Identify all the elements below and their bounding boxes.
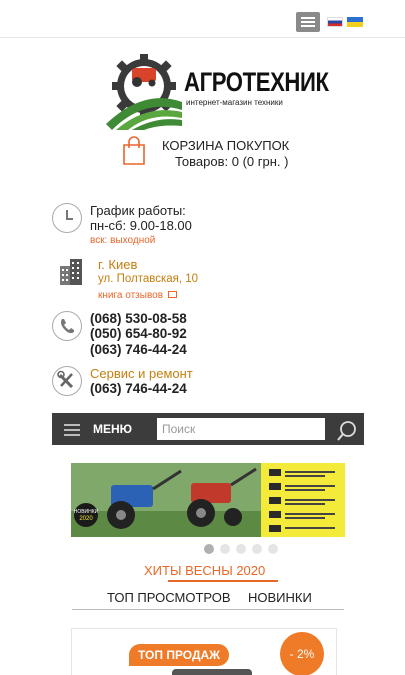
search-input[interactable]	[157, 418, 325, 440]
top-bar	[0, 0, 405, 38]
top-sales-badge: ТОП ПРОДАЖ	[129, 644, 230, 666]
schedule-weekdays: пн-сб: 9.00-18.00	[90, 218, 192, 233]
shopping-bag-icon[interactable]	[121, 136, 147, 166]
tab-top-views[interactable]: ТОП ПРОСМОТРОВ	[107, 590, 231, 605]
schedule-title: График работы:	[90, 203, 186, 218]
logo-title: АГРОТЕХНИК	[184, 67, 329, 97]
promo-banner[interactable]: НОВИНКИ 2020	[71, 463, 345, 537]
discount-badge: - 2%	[280, 632, 324, 675]
tab-new[interactable]: НОВИНКИ	[248, 590, 312, 605]
navbar: МЕНЮ	[52, 413, 364, 445]
carousel-dot[interactable]	[220, 544, 230, 554]
tab-active-underline	[168, 580, 278, 582]
carousel-dot[interactable]	[204, 544, 214, 554]
tab-hits[interactable]: ХИТЫ ВЕСНЫ 2020	[144, 563, 265, 578]
phone-icon	[52, 311, 82, 341]
reviews-link[interactable]: книга отзывов	[98, 290, 177, 301]
clock-icon	[52, 203, 82, 233]
tools-icon	[52, 366, 82, 396]
service-phone[interactable]: (063) 746-44-24	[90, 381, 187, 396]
building-icon	[60, 259, 82, 285]
logo-subtitle: интернет-магазин техники	[186, 98, 283, 107]
address-city: г. Киев	[98, 257, 138, 272]
cart-count[interactable]: Товаров: 0 (0 грн. )	[175, 154, 288, 169]
phone-number-3[interactable]: (063) 746-44-24	[90, 342, 187, 357]
logo-gear-icon	[106, 54, 182, 130]
menu-label: МЕНЮ	[93, 422, 133, 436]
product-image[interactable]	[172, 669, 252, 675]
reviews-link-label: книга отзывов	[98, 290, 164, 301]
carousel-dot[interactable]	[236, 544, 246, 554]
address-street: ул. Полтавская, 10	[98, 273, 199, 285]
search-icon[interactable]	[336, 420, 358, 442]
banner-tractors-image: НОВИНКИ 2020	[71, 463, 345, 537]
flag-ru-icon[interactable]	[327, 17, 343, 27]
carousel-dot[interactable]	[252, 544, 262, 554]
carousel-dot[interactable]	[268, 544, 278, 554]
hamburger-icon[interactable]	[296, 12, 320, 32]
phone-number-1[interactable]: (068) 530-08-58	[90, 311, 187, 326]
tabs-divider	[72, 609, 344, 610]
menu-button[interactable]: МЕНЮ	[52, 413, 147, 445]
product-card[interactable]: ТОП ПРОДАЖ - 2%	[71, 628, 337, 675]
schedule-sunday: вск: выходной	[90, 235, 156, 246]
svg-text:НОВИНКИ: НОВИНКИ	[74, 509, 99, 515]
cart-title[interactable]: КОРЗИНА ПОКУПОК	[162, 138, 289, 153]
logo[interactable]: АГРОТЕХНИК интернет-магазин техники	[104, 52, 329, 130]
book-icon	[167, 291, 177, 298]
phone-number-2[interactable]: (050) 654-80-92	[90, 326, 187, 341]
service-title: Сервис и ремонт	[90, 366, 193, 381]
flag-ua-icon[interactable]	[347, 17, 363, 27]
svg-text:2020: 2020	[79, 516, 93, 522]
